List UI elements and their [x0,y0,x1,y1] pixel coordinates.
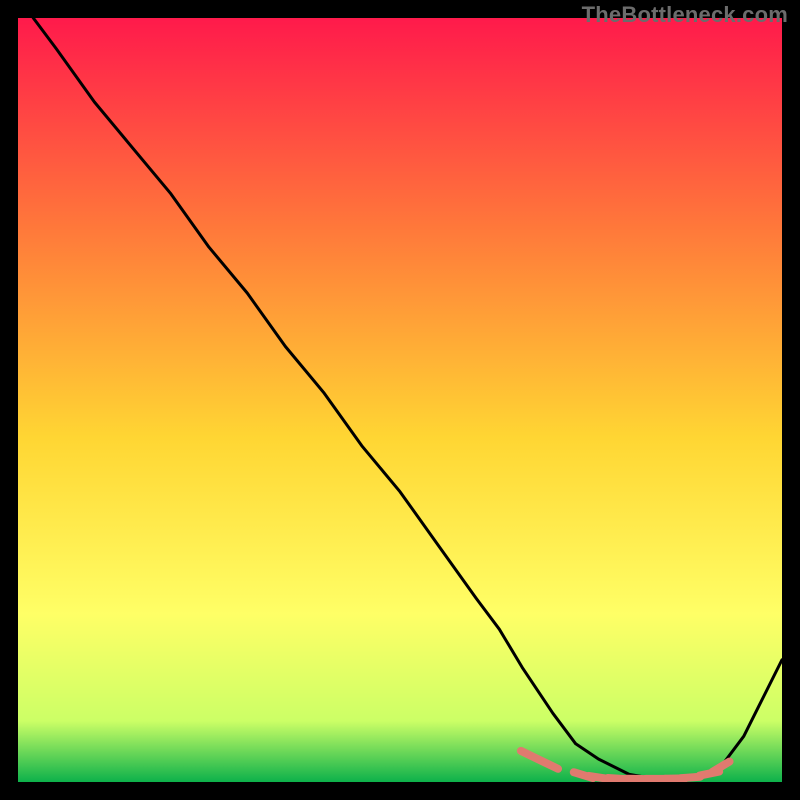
gradient-background [18,18,782,782]
plot-area [18,18,782,782]
chart-frame [18,18,782,782]
watermark-text: TheBottleneck.com [582,2,788,28]
